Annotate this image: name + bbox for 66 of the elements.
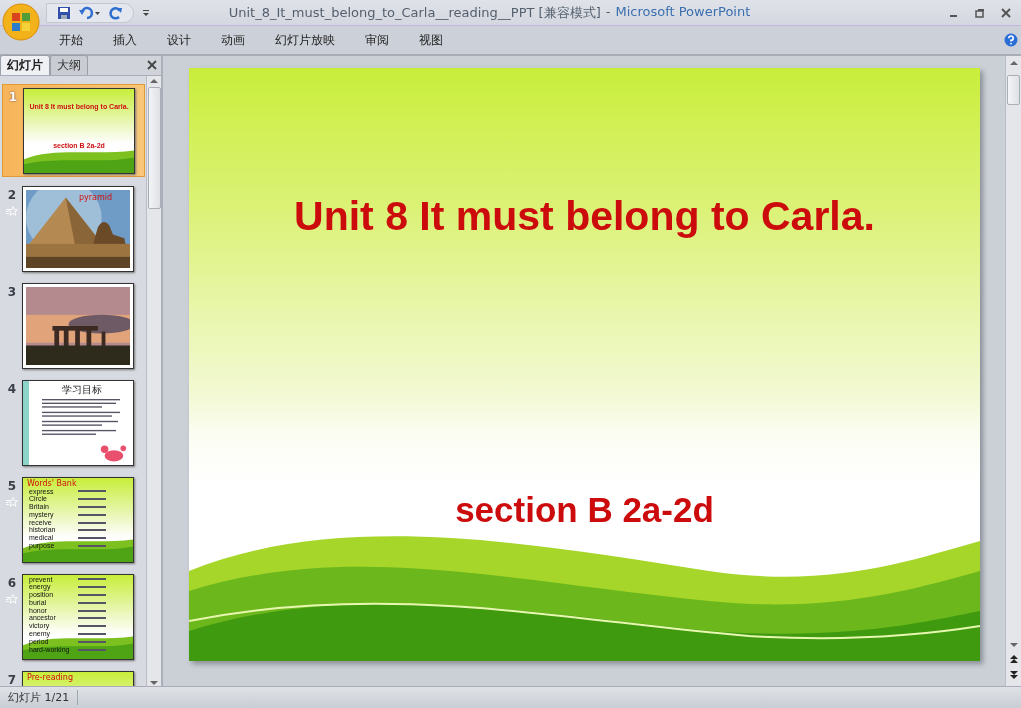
slide-number: 2 [7, 188, 17, 202]
text-line-drawing [78, 521, 106, 524]
slide-thumbnail[interactable]: Pre-reading [22, 670, 134, 686]
close-icon[interactable] [147, 60, 157, 70]
thumbnail-title: Words' Bank [27, 478, 78, 488]
slide-subtitle[interactable]: section B 2a-2d [189, 490, 980, 530]
ribbon-tab[interactable]: 动画 [210, 28, 256, 52]
ribbon-tab[interactable]: 幻灯片放映 [264, 28, 346, 52]
save-icon[interactable] [57, 5, 71, 20]
text-line-drawing [78, 586, 106, 589]
redo-icon[interactable] [109, 5, 123, 20]
close-icon[interactable] [1001, 7, 1011, 18]
app-title: Microsoft PowerPoint [615, 3, 751, 21]
slide-row[interactable]: 3 [2, 280, 145, 371]
slide-number: 6 [7, 576, 17, 590]
slide-number: 3 [7, 285, 17, 299]
ribbon-tab[interactable]: 视图 [408, 28, 454, 52]
text-line-drawing [78, 632, 106, 635]
text-line-drawing [78, 506, 106, 508]
text-line-drawing [78, 601, 106, 604]
ribbon-tab[interactable]: 插入 [102, 28, 148, 52]
slide-number: 1 [8, 90, 18, 104]
ribbon-tab[interactable]: 开始 [48, 28, 94, 52]
text-line-drawing [78, 625, 106, 628]
customize-toolbar-icon[interactable] [142, 8, 150, 17]
panel-tab[interactable]: 大纲 [50, 55, 88, 75]
text-line-drawing [78, 537, 106, 540]
thumbnail-title: Pre-reading [27, 672, 74, 682]
restore-icon[interactable] [975, 7, 985, 18]
text-line-drawing [78, 529, 106, 532]
text-line-drawing [78, 578, 106, 581]
text-line-drawing [78, 648, 106, 651]
ribbon-tab[interactable]: 设计 [156, 28, 202, 52]
scroll-down-icon[interactable] [1008, 642, 1019, 648]
next-slide-icon[interactable] [1008, 670, 1019, 680]
slide-thumbnail[interactable]: 学习目标 [22, 379, 134, 466]
slide-row[interactable]: 4 学习目标 [2, 377, 145, 468]
thumbnail-title: 学习目标 [62, 383, 102, 396]
ribbon-tab[interactable]: 审阅 [354, 28, 400, 52]
slide-counter: 幻灯片 1/21 [0, 690, 79, 705]
text-line-drawing [78, 498, 106, 501]
text-line-drawing [78, 490, 106, 493]
text-line-drawing [78, 617, 106, 620]
text-line-drawing [78, 609, 106, 612]
text-line-drawing [78, 594, 106, 596]
slide-number: 7 [7, 673, 17, 686]
thumbnail-caption: pyramid [79, 192, 113, 202]
scroll-up-icon[interactable] [149, 78, 159, 84]
text-line-drawing [78, 640, 106, 643]
scroll-up-icon[interactable] [1008, 60, 1019, 66]
title-separator: - [605, 3, 611, 21]
slide-title[interactable]: Unit 8 It must belong to Carla. [189, 193, 980, 240]
previous-slide-icon[interactable] [1008, 654, 1019, 664]
undo-icon[interactable] [79, 5, 101, 20]
slide-number: 4 [7, 382, 17, 396]
slide-number: 5 [7, 479, 17, 493]
help-icon[interactable] [1004, 33, 1018, 47]
scrollbar-thumb[interactable] [147, 87, 161, 209]
scrollbar-thumb[interactable] [1007, 75, 1020, 105]
document-title: Unit_8_It_must_belong_to_Carla__reading__PPT [兼容模式] [228, 3, 601, 22]
text-line-drawing [78, 544, 106, 547]
slide-row[interactable]: 7 Pre-reading [2, 668, 145, 686]
crab-drawing [99, 443, 127, 462]
text-line-drawing [78, 513, 106, 516]
slide-row[interactable]: 2 pyramid [2, 183, 145, 274]
panel-tab[interactable]: 幻灯片 [0, 55, 50, 75]
